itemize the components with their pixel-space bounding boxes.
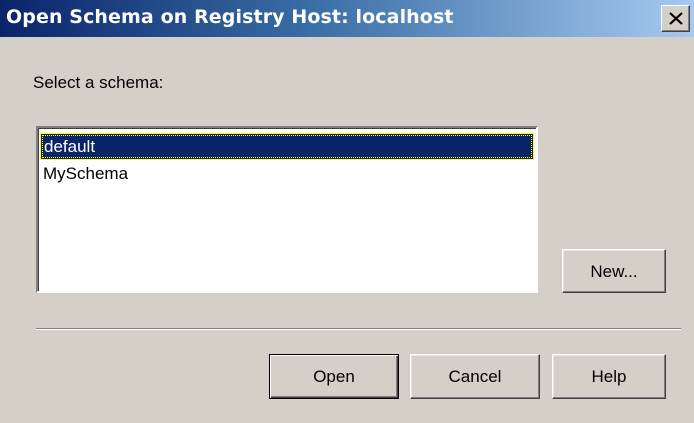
title-bar[interactable]: Open Schema on Registry Host: localhost: [0, 0, 694, 37]
close-button[interactable]: [661, 5, 690, 32]
select-schema-label: Select a schema:: [33, 73, 164, 92]
schema-list-item-default[interactable]: default: [40, 133, 534, 160]
cancel-button[interactable]: Cancel: [410, 354, 540, 399]
schema-list-item-myschema[interactable]: MySchema: [40, 161, 534, 188]
window-title: Open Schema on Registry Host: localhost: [6, 6, 454, 28]
help-button[interactable]: Help: [552, 354, 666, 399]
schema-listbox[interactable]: default MySchema: [36, 126, 538, 293]
new-schema-button[interactable]: New...: [562, 249, 666, 293]
separator-line: [36, 328, 681, 330]
open-button[interactable]: Open: [269, 354, 399, 399]
close-icon: [669, 12, 683, 25]
open-schema-dialog: Open Schema on Registry Host: localhost …: [0, 0, 694, 423]
